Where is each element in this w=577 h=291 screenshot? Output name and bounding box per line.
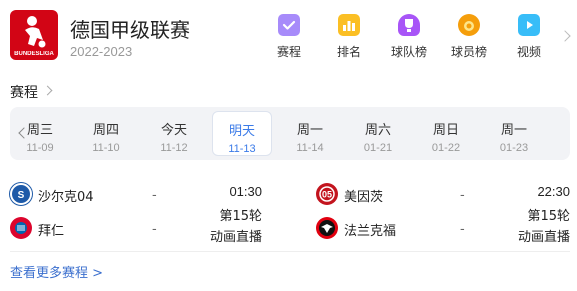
date-tab-sun[interactable]: 周日 01-22	[416, 107, 476, 160]
bar-chart-icon	[338, 14, 360, 36]
away-team-name: 拜仁	[38, 224, 65, 239]
away-score: -	[460, 222, 465, 237]
nav-standings-label: 排名	[336, 45, 361, 59]
match-time: 01:30	[229, 184, 262, 199]
date-tab-sat[interactable]: 周六 01-21	[348, 107, 408, 160]
match-round: 第15轮	[527, 209, 570, 224]
calendar-check-icon	[278, 14, 300, 36]
chevron-right-icon[interactable]	[559, 30, 571, 42]
svg-text:S: S	[18, 190, 25, 201]
nav-team-ranking[interactable]: 球队榜	[381, 14, 437, 62]
home-team-name: 沙尔克04	[38, 190, 94, 205]
medal-icon	[458, 14, 480, 36]
date-tab-day: 今天	[160, 123, 187, 138]
player-silhouette-icon	[25, 16, 46, 48]
chevron-right-icon[interactable]	[42, 85, 53, 96]
date-tab-day: 周六	[364, 123, 391, 138]
date-tab-day: 周一	[296, 123, 323, 138]
nav-player-ranking-label: 球员榜	[450, 45, 487, 59]
logo-wordmark: BUNDESLIGA	[14, 51, 54, 57]
svg-text:05: 05	[322, 190, 332, 200]
date-tab-date: 01-22	[431, 142, 461, 154]
away-team-name: 法兰克福	[344, 224, 397, 239]
video-icon	[518, 14, 540, 36]
nav-schedule-label: 赛程	[276, 45, 301, 59]
animation-live-link[interactable]: 动画直播	[190, 226, 262, 245]
date-tab-day: 明天	[228, 124, 255, 139]
match-time: 22:30	[537, 184, 570, 199]
schedule-section-title[interactable]: 赛程	[10, 82, 38, 102]
frankfurt-eagle-icon	[316, 217, 338, 239]
date-tab-day: 周一	[500, 123, 527, 138]
date-tab-date: 01-23	[499, 142, 529, 154]
bayern-crest-icon	[10, 217, 32, 239]
nav-video-label: 视频	[516, 45, 541, 59]
date-tab-day: 周四	[92, 123, 119, 138]
view-more-schedule-link[interactable]: 查看更多赛程 >	[10, 262, 103, 281]
trophy-icon	[398, 14, 420, 36]
schalke-crest-icon: S	[10, 183, 32, 205]
home-score: -	[152, 188, 157, 203]
mainz-crest-icon: 05	[316, 183, 338, 205]
date-tab-day: 周三	[26, 123, 53, 138]
date-tab-day: 周日	[432, 123, 459, 138]
nav-player-ranking[interactable]: 球员榜	[441, 14, 497, 62]
date-tab-mon-2[interactable]: 周一 01-23	[484, 107, 544, 160]
date-tab-date: 11-12	[160, 142, 188, 154]
bundesliga-logo: BUNDESLIGA	[10, 10, 58, 60]
league-title: 德国甲级联赛	[70, 18, 190, 42]
date-tab-date: 11-13	[228, 143, 256, 155]
date-tab-thu[interactable]: 周四 11-10	[76, 107, 136, 160]
season-label: 2022-2023	[70, 44, 133, 59]
nav-video[interactable]: 视频	[501, 14, 557, 62]
date-tab-date: 11-14	[296, 142, 324, 154]
match-round: 第15轮	[219, 209, 262, 224]
nav-team-ranking-label: 球队榜	[390, 45, 427, 59]
date-tab-date: 11-10	[92, 142, 120, 154]
home-team-name: 美因茨	[344, 190, 384, 205]
animation-live-link[interactable]: 动画直播	[498, 226, 570, 245]
away-score: -	[152, 222, 157, 237]
date-tab-today[interactable]: 今天 11-12	[144, 107, 204, 160]
divider	[10, 251, 570, 252]
date-strip: 周三 11-09 周四 11-10 今天 11-12 明天 11-13 周一 1…	[10, 107, 570, 160]
date-tab-date: 11-09	[26, 142, 54, 154]
nav-schedule[interactable]: 赛程	[261, 14, 317, 62]
nav-standings[interactable]: 排名	[321, 14, 377, 62]
date-tab-date: 01-21	[363, 142, 393, 154]
date-tab-tomorrow[interactable]: 明天 11-13	[212, 111, 272, 156]
date-tab-mon[interactable]: 周一 11-14	[280, 107, 340, 160]
home-score: -	[460, 188, 465, 203]
